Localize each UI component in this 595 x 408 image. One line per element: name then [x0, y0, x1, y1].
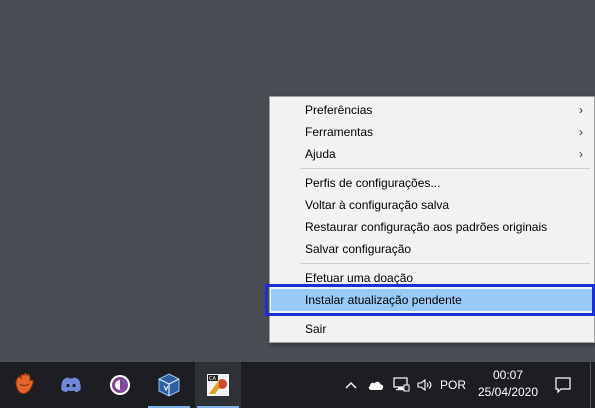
chevron-right-icon: ›	[579, 147, 583, 161]
cloud-icon	[368, 381, 384, 390]
taskbar: CA POR 00:07 25/04/2020	[0, 362, 595, 408]
menu-item-label: Ferramentas	[305, 125, 374, 139]
menu-item-preferencias[interactable]: Preferências ›	[271, 99, 593, 121]
tray-network[interactable]	[389, 362, 413, 408]
menu-separator	[300, 315, 590, 316]
taskbar-app-glove[interactable]	[2, 362, 48, 408]
menu-item-doacao[interactable]: Efetuar uma doação	[271, 267, 593, 289]
taskbar-app-discord[interactable]	[48, 362, 94, 408]
show-desktop-button[interactable]	[590, 362, 591, 408]
menu-item-label: Salvar configuração	[305, 242, 412, 256]
tor-browser-icon	[110, 375, 130, 395]
notification-icon	[555, 377, 571, 394]
menu-item-label: Sair	[305, 322, 327, 336]
menu-item-restaurar[interactable]: Restaurar configuração aos padrões origi…	[271, 216, 593, 238]
menu-item-label: Efetuar uma doação	[305, 271, 414, 285]
clock-time: 00:07	[492, 368, 524, 382]
taskbar-app-ca[interactable]: CA	[195, 362, 241, 408]
speaker-icon	[417, 378, 432, 392]
menu-separator	[300, 263, 590, 264]
chevron-right-icon: ›	[579, 125, 583, 139]
chevron-right-icon: ›	[579, 103, 583, 117]
discord-icon	[61, 377, 81, 393]
menu-item-instalar-atualizacao[interactable]: Instalar atualização pendente	[271, 289, 593, 311]
menu-item-voltar[interactable]: Voltar à configuração salva	[271, 194, 593, 216]
menu-item-perfis[interactable]: Perfis de configurações...	[271, 172, 593, 194]
tray-language[interactable]: POR	[437, 362, 469, 408]
menu-item-label: Perfis de configurações...	[305, 176, 441, 190]
menu-item-label: Voltar à configuração salva	[305, 198, 450, 212]
menu-item-label: Ajuda	[305, 147, 336, 161]
tray-volume[interactable]	[413, 362, 437, 408]
tray-overflow-chevron[interactable]	[342, 362, 360, 408]
menu-separator	[300, 168, 590, 169]
menu-item-salvar[interactable]: Salvar configuração	[271, 238, 593, 260]
context-menu: Preferências › Ferramentas › Ajuda › Per…	[269, 96, 595, 343]
ca-app-icon: CA	[207, 374, 229, 396]
menu-item-ferramentas[interactable]: Ferramentas ›	[271, 121, 593, 143]
menu-item-sair[interactable]: Sair	[271, 318, 593, 340]
network-icon	[393, 377, 410, 392]
tray-onedrive[interactable]	[364, 362, 388, 408]
baseball-glove-app-icon	[15, 373, 34, 395]
chevron-up-icon	[345, 382, 357, 389]
menu-item-label: Restaurar configuração aos padrões origi…	[305, 220, 548, 234]
taskbar-app-virtualbox[interactable]	[146, 362, 192, 408]
virtualbox-icon	[158, 373, 180, 397]
svg-text:CA: CA	[209, 376, 216, 382]
clock-date: 25/04/2020	[477, 385, 539, 399]
language-label: POR	[439, 378, 466, 392]
menu-item-label: Instalar atualização pendente	[305, 293, 462, 307]
tray-clock[interactable]: 00:07 25/04/2020	[471, 362, 545, 408]
menu-item-ajuda[interactable]: Ajuda ›	[271, 143, 593, 165]
taskbar-app-tor[interactable]	[97, 362, 143, 408]
action-center-button[interactable]	[548, 362, 578, 408]
menu-item-label: Preferências	[305, 103, 373, 117]
